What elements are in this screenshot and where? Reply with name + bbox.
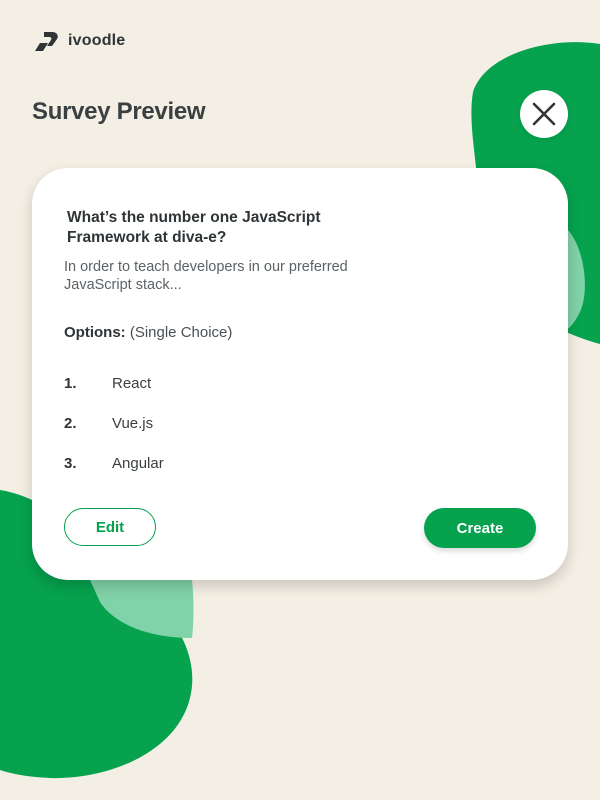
options-label: Options: bbox=[64, 324, 126, 341]
background-blob-bottom-light bbox=[90, 580, 194, 638]
option-text: Vue.js bbox=[112, 414, 154, 432]
survey-card: What’s the number one JavaScript Framewo… bbox=[32, 168, 568, 580]
ivoodle-logo-icon bbox=[35, 32, 58, 51]
option-number: 1. bbox=[64, 374, 77, 392]
option-list: 1. React 2. Vue.js 3. Angular bbox=[64, 363, 536, 483]
options-header: Options: (Single Choice) bbox=[64, 324, 536, 341]
option-text: React bbox=[112, 374, 152, 392]
survey-question: What’s the number one JavaScript Framewo… bbox=[67, 209, 321, 246]
option-number: 2. bbox=[64, 414, 77, 432]
brand-logo[interactable]: ivoodle bbox=[32, 26, 125, 56]
options-type: (Single Choice) bbox=[129, 324, 233, 341]
close-icon bbox=[532, 102, 556, 126]
option-number: 3. bbox=[64, 454, 77, 472]
option-text: Angular bbox=[112, 454, 164, 472]
page-title: Survey Preview bbox=[32, 98, 206, 125]
create-button[interactable]: Create bbox=[424, 508, 536, 548]
option-item: 1. React bbox=[64, 363, 536, 403]
close-button[interactable] bbox=[520, 90, 568, 138]
option-item: 2. Vue.js bbox=[64, 403, 536, 443]
edit-button[interactable]: Edit bbox=[64, 508, 156, 546]
option-item: 3. Angular bbox=[64, 443, 536, 483]
brand-name: ivoodle bbox=[68, 32, 126, 49]
survey-description: In order to teach developers in our pref… bbox=[64, 259, 348, 293]
